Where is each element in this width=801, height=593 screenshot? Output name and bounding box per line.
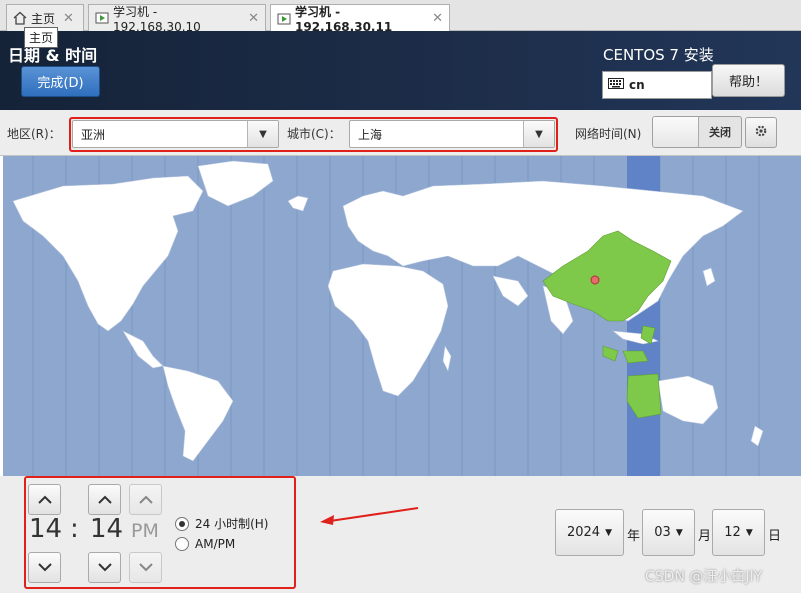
city-marker: [590, 275, 600, 285]
tab-label: 学习机 - 192.168.30.10: [113, 4, 201, 34]
vm-icon: [277, 12, 291, 26]
annotation-box: [24, 476, 296, 589]
month-value: 03: [654, 525, 671, 540]
done-button[interactable]: 完成(D): [21, 66, 100, 97]
close-icon[interactable]: ✕: [432, 11, 443, 26]
toggle-state: 关闭: [709, 126, 731, 139]
vm-icon: [95, 11, 109, 25]
chevron-down-icon: ▼: [675, 527, 683, 538]
keyboard-layout-indicator[interactable]: cn: [602, 71, 712, 99]
day-value: 12: [724, 525, 741, 540]
day-unit: 日: [768, 529, 782, 544]
close-icon[interactable]: ✕: [248, 11, 259, 26]
tooltip: 主页: [24, 27, 59, 48]
toggle-knob: [653, 117, 699, 147]
chevron-down-icon: ▼: [605, 527, 612, 538]
year-select[interactable]: 2024 ▼: [555, 509, 624, 556]
keyboard-icon: [608, 78, 624, 92]
keyboard-layout-value: cn: [629, 78, 645, 92]
help-button[interactable]: 帮助！: [712, 64, 785, 97]
tab-label: 主页: [31, 11, 56, 26]
ntp-toggle[interactable]: 关闭: [652, 116, 742, 148]
year-unit: 年: [627, 529, 641, 544]
chevron-down-icon: ▼: [745, 527, 753, 538]
home-icon: [13, 11, 27, 25]
month-unit: 月: [698, 529, 712, 544]
region-label: 地区(R)：: [7, 127, 61, 141]
ntp-label: 网络时间(N): [575, 127, 642, 141]
region-bar: 地区(R)： 亚洲 ▼ 城市(C)： 上海 ▼ 网络时间(N) 关闭: [0, 110, 801, 156]
day-select[interactable]: 12 ▼: [712, 509, 765, 556]
close-icon[interactable]: ✕: [63, 11, 74, 26]
product-title: CENTOS 7 安装: [603, 46, 714, 64]
tab-label: 学习机 - 192.168.30.11: [295, 5, 393, 34]
world-map: [12, 156, 764, 476]
month-select[interactable]: 03 ▼: [642, 509, 695, 556]
annotation-arrow: [320, 507, 419, 525]
ntp-settings-button[interactable]: [745, 117, 777, 148]
annotation-box: [69, 117, 558, 152]
watermark: CSDN @汪小白JIY: [645, 569, 763, 585]
year-value: 2024: [566, 525, 601, 540]
installer-header: 日期 & 时间 完成(D) CENTOS 7 安装 cn 帮助！: [0, 31, 801, 110]
tab-vm-2[interactable]: 学习机 - 192.168.30.11 ✕: [270, 4, 450, 34]
gear-icon: [753, 123, 769, 142]
tab-vm-1[interactable]: 学习机 - 192.168.30.10 ✕: [88, 4, 266, 34]
browser-tab-strip: 主页 ✕ 学习机 - 192.168.30.10 ✕ 学习机 - 192.168…: [0, 0, 801, 34]
timezone-map[interactable]: [3, 156, 801, 476]
